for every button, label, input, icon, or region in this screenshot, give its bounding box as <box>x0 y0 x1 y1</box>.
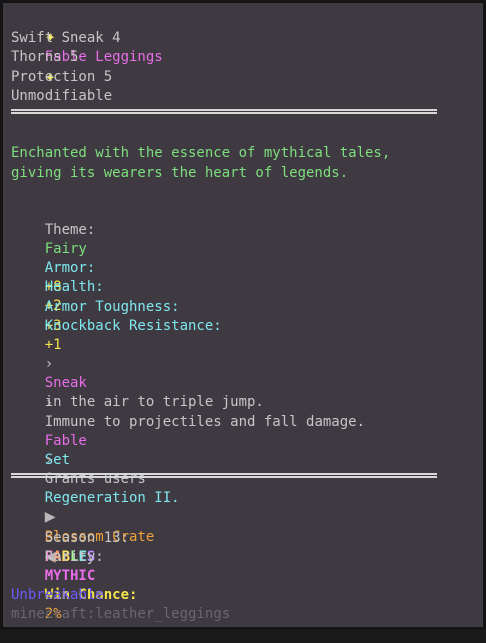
stat-knockback-resistance: Knockback Resistance: +1 <box>11 298 222 353</box>
stat-armor-toughness: Armor Toughness: +3 <box>11 279 180 334</box>
enchantment-protection: Protection 5 <box>11 69 113 85</box>
bullet-icon: › <box>44 356 54 372</box>
enchantment-thorns: Thorns 5 <box>11 49 79 65</box>
ability-text: in the air to triple jump. <box>44 394 264 410</box>
theme-row: Theme: Fairy <box>11 202 96 257</box>
win-chance-row: Win Chance: 2% <box>11 567 138 622</box>
item-id: minecraft:leather_leggings <box>11 606 231 622</box>
rarity-label: Rarity: <box>44 549 104 565</box>
season-row: Season 13: FABLES <box>11 510 129 565</box>
bullet-icon: › <box>44 452 54 468</box>
theme-label: Theme: <box>44 222 96 238</box>
set-name-row: Fable Set <box>11 413 87 468</box>
stat-health: Health: +2 <box>11 259 104 314</box>
item-title-row: ✦ Fable Leggings ✦ <box>11 8 163 86</box>
description-line-2: giving its wearers the heart of legends. <box>11 165 349 181</box>
divider <box>11 473 437 478</box>
set-grant-row: › Grants users Regeneration II. <box>11 432 180 506</box>
rarity-row: Rarity: MYTHIC <box>11 529 104 584</box>
enchantment-swift-sneak: Swift Sneak 4 <box>11 30 121 46</box>
divider <box>11 109 437 114</box>
unbreakable-label: Unbreakable <box>11 587 104 603</box>
ability-immune: › Immune to projectiles and fall damage. <box>11 375 365 430</box>
bullet-icon: › <box>44 395 54 411</box>
description-line-1: Enchanted with the essence of mythical t… <box>11 145 391 161</box>
item-tooltip: ✦ Fable Leggings ✦ Swift Sneak 4 Thorns … <box>0 0 486 630</box>
crate-row: ▶ Blossom Crate ◀ <box>11 488 155 566</box>
unmodifiable-label: Unmodifiable <box>11 88 113 104</box>
ability-text: Immune to projectiles and fall damage. <box>44 414 366 430</box>
stat-armor: Armor: +8 <box>11 240 96 295</box>
ability-sneak: › Sneak in the air to triple jump. <box>11 336 264 410</box>
stat-label: Knockback Resistance: <box>44 318 222 334</box>
